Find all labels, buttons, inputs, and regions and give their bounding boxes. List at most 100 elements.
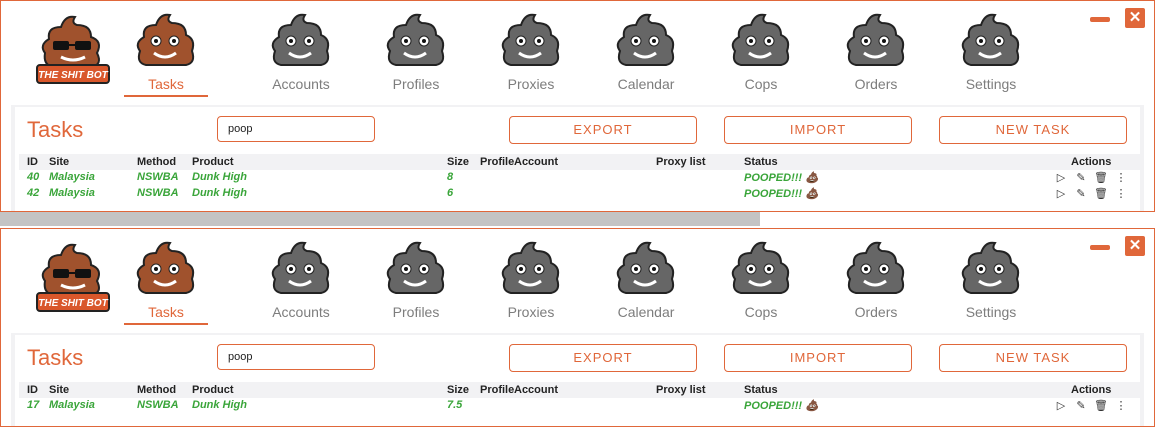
nav-tab-label: Settings: [965, 76, 1017, 92]
nav-tab-proxies[interactable]: Proxies: [481, 229, 581, 333]
nav-tab-settings[interactable]: Settings: [941, 1, 1041, 105]
nav-tab-accounts[interactable]: Accounts: [251, 229, 351, 333]
minimize-button[interactable]: [1090, 245, 1110, 250]
main-content: Tasks EXPORT IMPORT NEW TASK ID Site Met…: [11, 105, 1144, 211]
column-site[interactable]: Site: [49, 156, 69, 168]
column-actions: Actions: [1071, 156, 1112, 168]
table-row[interactable]: 17 Malaysia NSWBA Dunk High 7.5 POOPED!!! 💩 ▷ ✎…: [19, 398, 1140, 414]
nav-tab-label: Proxies: [507, 304, 555, 320]
nav-tab-label: Profiles: [392, 304, 440, 320]
column-account[interactable]: Account: [514, 156, 558, 168]
table-row[interactable]: 40 Malaysia NSWBA Dunk High 8 POOPED!!! 💩 ▷ ✎ 🗑 ⋮: [19, 170, 1140, 186]
poop-cops-icon: [729, 11, 793, 73]
nav-tab-profiles[interactable]: Profiles: [366, 229, 466, 333]
column-method[interactable]: Method: [137, 156, 176, 168]
import-button[interactable]: IMPORT: [724, 344, 912, 372]
nav-tab-label: Calendar: [617, 304, 675, 320]
edit-icon[interactable]: ✎: [1074, 171, 1088, 185]
cell-method: NSWBA: [137, 187, 179, 199]
play-icon[interactable]: ▷: [1054, 399, 1068, 413]
cell-product: Dunk High: [192, 399, 247, 411]
column-size[interactable]: Size: [447, 384, 469, 396]
nav-tab-settings[interactable]: Settings: [941, 229, 1041, 333]
poop-settings-icon: [959, 11, 1023, 73]
nav-tab-tasks[interactable]: Tasks: [116, 1, 216, 105]
poop-calendar-icon: [614, 11, 678, 73]
column-id[interactable]: ID: [27, 384, 38, 396]
column-status[interactable]: Status: [744, 384, 778, 396]
cell-product: Dunk High: [192, 171, 247, 183]
nav-tab-orders[interactable]: Orders: [826, 1, 926, 105]
active-tab-underline: [124, 323, 208, 325]
active-tab-underline: [124, 95, 208, 97]
edit-icon[interactable]: ✎: [1074, 187, 1088, 201]
column-product[interactable]: Product: [192, 384, 234, 396]
scrollbar-strip: [0, 212, 760, 226]
search-input[interactable]: [217, 344, 375, 370]
cell-method: NSWBA: [137, 399, 179, 411]
nav-tab-calendar[interactable]: Calendar: [596, 229, 696, 333]
column-profile[interactable]: Profile: [480, 156, 514, 168]
nav-tab-label: Settings: [965, 304, 1017, 320]
export-button[interactable]: EXPORT: [509, 116, 697, 144]
column-status[interactable]: Status: [744, 156, 778, 168]
nav-tab-orders[interactable]: Orders: [826, 229, 926, 333]
poop-profiles-icon: [384, 11, 448, 73]
trash-icon[interactable]: 🗑: [1094, 399, 1108, 413]
minimize-button[interactable]: [1090, 17, 1110, 22]
new-task-button[interactable]: NEW TASK: [939, 116, 1127, 144]
trash-icon[interactable]: 🗑: [1094, 187, 1108, 201]
nav-tab-accounts[interactable]: Accounts: [251, 1, 351, 105]
table-header: ID Site Method Product Size Profile Acco…: [19, 382, 1140, 398]
more-icon[interactable]: ⋮: [1114, 171, 1128, 185]
new-task-button[interactable]: NEW TASK: [939, 344, 1127, 372]
cell-id: 42: [27, 187, 40, 199]
export-button[interactable]: EXPORT: [509, 344, 697, 372]
column-account[interactable]: Account: [514, 384, 558, 396]
nav-tab-label: Orders: [854, 76, 898, 92]
page-title: Tasks: [27, 345, 84, 370]
window-separator: [0, 212, 1155, 228]
top-navigation: THE SHIT BOT Tasks Accounts Profiles Proxie…: [1, 1, 1154, 105]
column-proxy-list[interactable]: Proxy list: [656, 384, 706, 396]
close-icon: ✕: [1128, 237, 1142, 254]
nav-tab-proxies[interactable]: Proxies: [481, 1, 581, 105]
nav-tab-profiles[interactable]: Profiles: [366, 1, 466, 105]
cell-status: POOPED!!! 💩: [744, 188, 819, 200]
nav-tab-cops[interactable]: Cops: [711, 1, 811, 105]
more-icon[interactable]: ⋮: [1114, 187, 1128, 201]
import-button[interactable]: IMPORT: [724, 116, 912, 144]
close-button[interactable]: ✕: [1125, 236, 1145, 256]
column-actions: Actions: [1071, 384, 1112, 396]
column-size[interactable]: Size: [447, 156, 469, 168]
play-icon[interactable]: ▷: [1054, 171, 1068, 185]
nav-tab-calendar[interactable]: Calendar: [596, 1, 696, 105]
main-content: Tasks EXPORT IMPORT NEW TASK ID Site Met…: [11, 333, 1144, 426]
column-id[interactable]: ID: [27, 156, 38, 168]
column-product[interactable]: Product: [192, 156, 234, 168]
table-header: ID Site Method Product Size Profile Acco…: [19, 154, 1140, 170]
search-input[interactable]: [217, 116, 375, 142]
more-icon[interactable]: ⋮: [1114, 399, 1128, 413]
row-actions: ▷ ✎ 🗑 ⋮: [1054, 399, 1127, 413]
nav-tab-label: Tasks: [148, 76, 184, 92]
table-row[interactable]: 42 Malaysia NSWBA Dunk High 6 POOPED!!! 💩 ▷ ✎ 🗑 ⋮: [19, 186, 1140, 202]
play-icon[interactable]: ▷: [1054, 187, 1068, 201]
cell-method: NSWBA: [137, 171, 179, 183]
column-profile[interactable]: Profile: [480, 384, 514, 396]
cell-site: Malaysia: [49, 187, 95, 199]
cell-status: POOPED!!! 💩: [744, 172, 819, 184]
column-site[interactable]: Site: [49, 384, 69, 396]
poop-orders-icon: [844, 11, 908, 73]
column-proxy-list[interactable]: Proxy list: [656, 156, 706, 168]
column-method[interactable]: Method: [137, 384, 176, 396]
trash-icon[interactable]: 🗑: [1094, 171, 1108, 185]
nav-tab-tasks[interactable]: Tasks: [116, 229, 216, 333]
nav-tab-cops[interactable]: Cops: [711, 229, 811, 333]
edit-icon[interactable]: ✎: [1074, 399, 1088, 413]
cell-size: 8: [447, 171, 454, 183]
close-button[interactable]: ✕: [1125, 8, 1145, 28]
page-title: Tasks: [27, 117, 84, 142]
close-icon: ✕: [1128, 9, 1142, 26]
cell-size: 7.5: [447, 399, 463, 411]
